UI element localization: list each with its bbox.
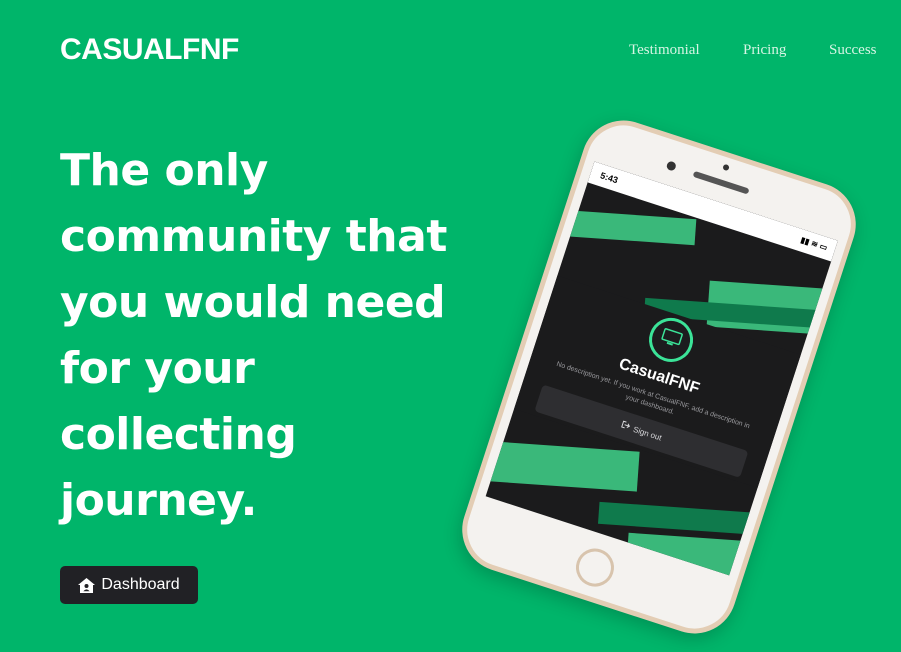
hero-headline: The only community that you would need f…: [60, 145, 447, 526]
app-avatar: [643, 312, 699, 368]
nav-link-testimonial[interactable]: Testimonial: [629, 42, 700, 59]
banner-stripe: [554, 209, 697, 246]
brand-logo[interactable]: CASUALFNF: [60, 33, 239, 67]
dashboard-button[interactable]: Dashboard: [60, 566, 198, 604]
status-icons: ▮▮ ≋ ▭: [799, 235, 829, 253]
house-user-icon: [78, 577, 96, 593]
footer-stripe: [485, 439, 640, 492]
top-nav: Testimonial Pricing Success: [600, 42, 901, 62]
status-time: 5:43: [598, 170, 620, 186]
sign-out-label: Sign out: [632, 424, 663, 443]
phone-screen: 5:43 ▮▮ ≋ ▭ CasualFNF No description yet…: [485, 161, 838, 576]
dashboard-button-label: Dashboard: [101, 576, 180, 593]
nav-link-pricing[interactable]: Pricing: [743, 42, 786, 59]
phone-mockup: 5:43 ▮▮ ≋ ▭ CasualFNF No description yet…: [451, 109, 867, 645]
sign-out-icon: [620, 420, 632, 432]
nav-link-success[interactable]: Success: [829, 42, 877, 59]
computer-icon: [658, 327, 683, 352]
